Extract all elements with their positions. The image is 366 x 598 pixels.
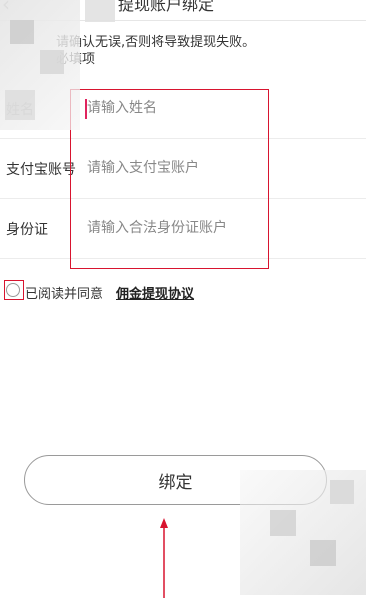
- annotation-box-checkbox: [4, 280, 24, 300]
- page-title: 提现账户绑定: [118, 0, 215, 14]
- id-card-label: 身份证: [6, 222, 48, 238]
- annotation-box-inputs: [70, 89, 269, 269]
- agreement-link[interactable]: 佣金提现协议: [116, 283, 194, 302]
- notice-text: 请确认无误,否则将导致提现失败。 必填项: [56, 34, 346, 68]
- agreement-row: 已阅读并同意 佣金提现协议: [6, 282, 306, 302]
- notice-line-2: 必填项: [56, 51, 346, 68]
- annotation-arrow: [160, 518, 168, 598]
- agreement-text: 已阅读并同意: [25, 287, 104, 302]
- notice-line-1: 请确认无误,否则将导致提现失败。: [56, 35, 256, 50]
- alipay-label: 支付宝账号: [6, 162, 76, 178]
